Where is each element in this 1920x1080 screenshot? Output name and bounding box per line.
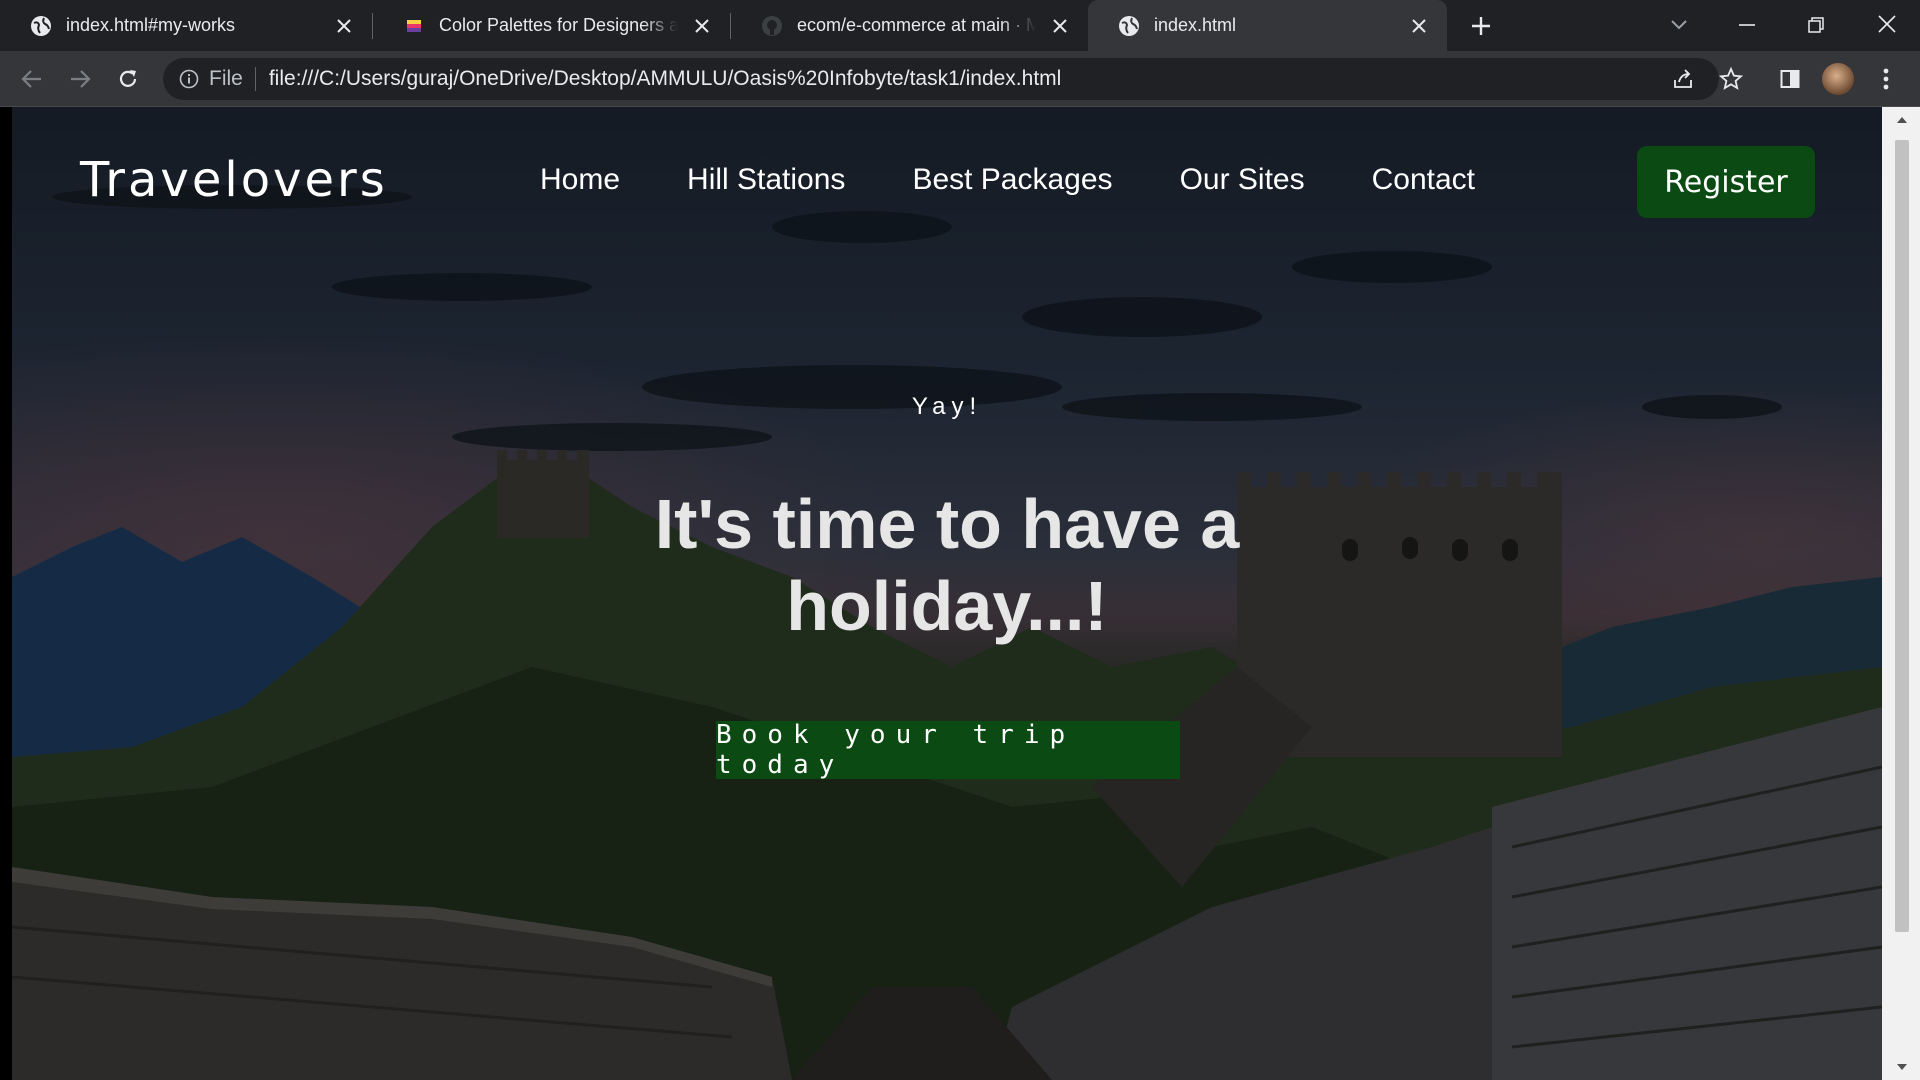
site-info-chip[interactable]: File [179,67,243,91]
vertical-scrollbar[interactable] [1882,107,1920,1080]
github-icon [761,15,783,37]
scheme-label: File [209,67,243,90]
browser-tab[interactable]: index.html#my-works [0,0,372,51]
browser-tab-strip: index.html#my-works Color Palettes for D… [0,0,1920,51]
tab-title: index.html#my-works [66,15,236,35]
profile-avatar[interactable] [1822,63,1854,95]
page-viewport: Travelovers Home Hill Stations Best Pack… [12,107,1882,1080]
browser-toolbar: File file:///C:/Users/guraj/OneDrive/Des… [0,51,1920,107]
tab-search-chevron-down-icon[interactable] [1666,12,1692,38]
tab-title: ecom/e-commerce at main · Microsoft [797,15,1036,35]
reload-icon[interactable] [114,65,142,93]
site-navigation: Home Hill Stations Best Packages Our Sit… [540,163,1542,197]
restore-icon[interactable] [1803,12,1829,38]
nav-best-packages-link[interactable]: Best Packages [912,163,1112,197]
hero-eyebrow-text: Yay! [911,393,983,420]
nav-home-link[interactable]: Home [540,163,620,197]
browser-tab-active[interactable]: index.html [1088,0,1447,51]
tab-title: index.html [1154,15,1237,35]
scrollbar-thumb[interactable] [1895,140,1909,932]
nav-our-sites-link[interactable]: Our Sites [1180,163,1305,197]
bookmark-star-icon[interactable] [1716,64,1746,94]
info-icon [179,69,199,89]
globe-icon [30,15,52,37]
minimize-icon[interactable] [1734,12,1760,38]
forward-arrow-icon[interactable] [66,65,94,93]
scroll-down-arrow-icon[interactable] [1895,1060,1909,1074]
browser-tab[interactable]: ecom/e-commerce at main · Microsoft [731,0,1088,51]
url-text[interactable]: file:///C:/Users/guraj/OneDrive/Desktop/… [269,67,1061,91]
site-logo[interactable]: Travelovers [80,152,388,208]
close-icon[interactable] [692,16,712,36]
hero-title: It's time to have a holiday...! [654,485,1240,645]
share-icon[interactable] [1669,65,1697,93]
globe-icon [1118,15,1140,37]
window-close-icon[interactable] [1872,9,1902,39]
close-icon[interactable] [1409,16,1429,36]
side-panel-icon[interactable] [1776,65,1804,93]
register-button[interactable]: Register [1637,146,1815,218]
scroll-up-arrow-icon[interactable] [1895,113,1909,127]
back-arrow-icon[interactable] [18,65,46,93]
new-tab-icon[interactable] [1468,13,1494,39]
tab-title: Color Palettes for Designers and Artists [439,15,678,35]
close-icon[interactable] [334,16,354,36]
omnibox-divider [254,67,256,91]
nav-contact-link[interactable]: Contact [1372,163,1475,197]
palette-favicon [403,15,425,37]
book-trip-button[interactable]: Book your trip today [716,720,1180,780]
nav-hill-stations-link[interactable]: Hill Stations [687,163,845,197]
address-bar[interactable]: File file:///C:/Users/guraj/OneDrive/Des… [163,58,1719,100]
more-menu-icon[interactable] [1874,65,1898,93]
browser-tab[interactable]: Color Palettes for Designers and Artists [373,0,730,51]
close-icon[interactable] [1050,16,1070,36]
